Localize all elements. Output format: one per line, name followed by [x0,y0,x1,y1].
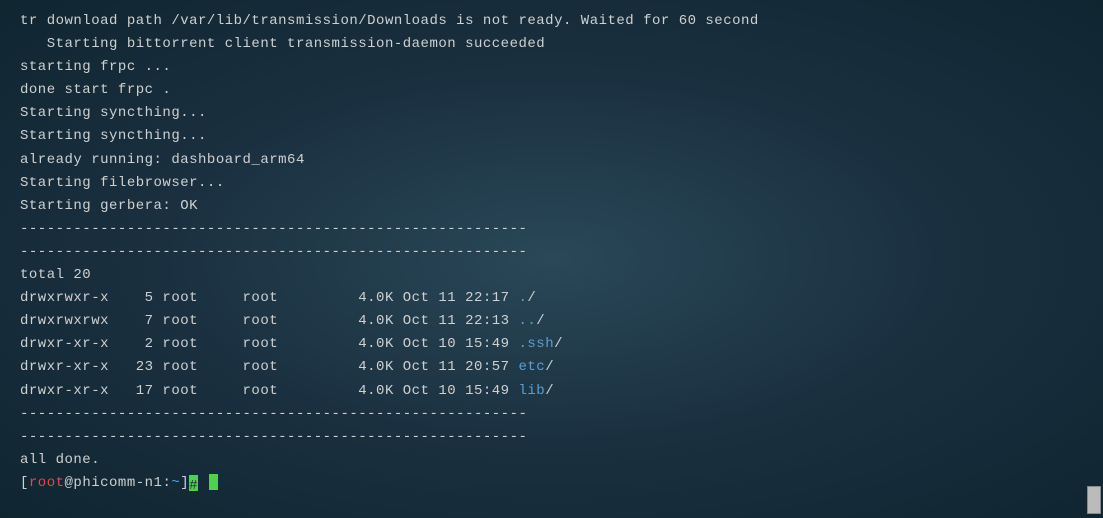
prompt-hash: # [189,475,198,491]
separator-line: ----------------------------------------… [20,426,1083,449]
ls-row: drwxr-xr-x 2 root root 4.0K Oct 10 15:49… [20,333,1083,356]
ls-row: drwxr-xr-x 23 root root 4.0K Oct 11 20:5… [20,356,1083,379]
ls-row: drwxr-xr-x 17 root root 4.0K Oct 10 15:4… [20,380,1083,403]
dir-name: lib [518,383,545,399]
log-line: done start frpc . [20,79,1083,102]
prompt-host: phicomm-n1 [73,475,162,491]
separator-line: ----------------------------------------… [20,241,1083,264]
log-line: already running: dashboard_arm64 [20,149,1083,172]
ls-total: total 20 [20,264,1083,287]
dir-name: etc [518,359,545,375]
prompt-user: root [29,475,65,491]
dir-name: .ssh [518,336,554,352]
log-line: Starting syncthing... [20,125,1083,148]
ls-row: drwxrwxr-x 5 root root 4.0K Oct 11 22:17… [20,287,1083,310]
log-line: Starting filebrowser... [20,172,1083,195]
log-line: Starting syncthing... [20,102,1083,125]
separator-line: ----------------------------------------… [20,403,1083,426]
terminal-output[interactable]: tr download path /var/lib/transmission/D… [20,10,1083,495]
prompt-path: ~ [171,475,180,491]
log-line: Starting bittorrent client transmission-… [20,33,1083,56]
cursor [209,474,218,490]
dir-name: .. [518,313,536,329]
separator-line: ----------------------------------------… [20,218,1083,241]
log-line: Starting gerbera: OK [20,195,1083,218]
ls-row: drwxrwxrwx 7 root root 4.0K Oct 11 22:13… [20,310,1083,333]
done-line: all done. [20,449,1083,472]
log-line: tr download path /var/lib/transmission/D… [20,10,1083,33]
shell-prompt[interactable]: [root@phicomm-n1:~]# [20,472,1083,495]
log-line: starting frpc ... [20,56,1083,79]
scrollbar-thumb[interactable] [1087,486,1101,514]
